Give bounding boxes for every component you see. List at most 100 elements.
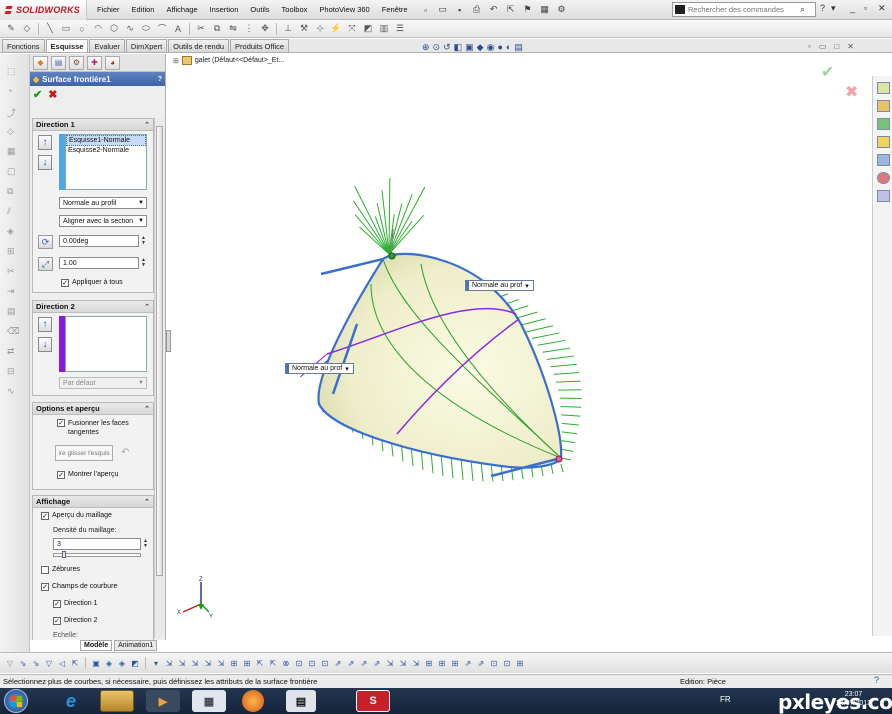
display-header[interactable]: Affichage ⌃	[33, 496, 153, 508]
selection-filter-icon[interactable]: ⊡	[488, 657, 500, 669]
file-props-icon[interactable]: ▦	[537, 3, 553, 17]
selection-filter-icon[interactable]: ◩	[129, 657, 141, 669]
menu-outils[interactable]: Outils	[244, 0, 275, 20]
selection-filter-icon[interactable]: ⇗	[358, 657, 370, 669]
save-icon[interactable]: ▪	[452, 3, 468, 17]
trim-icon[interactable]: ✂	[194, 23, 208, 35]
selection-filter-icon[interactable]: ⇗	[475, 657, 487, 669]
selection-filter-icon[interactable]: ⊡	[319, 657, 331, 669]
line-icon[interactable]: ╲	[43, 23, 57, 35]
merge-faces-checkbox[interactable]: ✓ Fusionner les faces tangentes	[57, 419, 151, 437]
menu-insertion[interactable]: Insertion	[204, 0, 245, 20]
checkbox-checked[interactable]: ✓	[57, 471, 65, 479]
quick-snaps-icon[interactable]: ⊹	[313, 23, 327, 35]
selection-filter-icon[interactable]: ⇲	[384, 657, 396, 669]
extend-icon[interactable]: ⇥	[7, 286, 19, 296]
curve-icon[interactable]: ∿	[7, 386, 19, 396]
direction1-curve-list[interactable]: Esquisse1-Normale Esquisse2-Normale	[65, 134, 147, 190]
menu-fichier[interactable]: Fichier	[91, 0, 126, 20]
curvature-checkbox[interactable]: ✓ Champs de courbure	[41, 583, 117, 591]
mirror-icon[interactable]: ⇋	[226, 23, 240, 35]
selection-filter-icon[interactable]: ⇲	[215, 657, 227, 669]
close-icon[interactable]: ✕	[878, 3, 886, 14]
boundary-surface-model[interactable]	[171, 54, 871, 650]
custom-properties-icon[interactable]	[877, 190, 890, 202]
property-manager-icon[interactable]: ▤	[51, 55, 66, 70]
trim-surface-icon[interactable]: ✂	[7, 266, 19, 276]
file-explorer-icon[interactable]	[877, 118, 890, 130]
selection-filter-icon[interactable]: ◁	[56, 657, 68, 669]
appearance-icon[interactable]: ●	[497, 42, 502, 53]
dimxpert-manager-icon[interactable]: ✚	[87, 55, 102, 70]
selection-filter-icon[interactable]: ⇱	[254, 657, 266, 669]
selection-filter-icon[interactable]: ⊡	[293, 657, 305, 669]
selection-filter-icon[interactable]: ⊞	[449, 657, 461, 669]
instant2d-icon[interactable]: ⤧	[345, 23, 359, 35]
zebra-checkbox[interactable]: Zébrures	[41, 566, 80, 574]
tangent-length-icon[interactable]: ⤢	[38, 257, 53, 271]
move-down-arrow-icon[interactable]: ↓	[38, 337, 52, 352]
control-point[interactable]	[388, 252, 396, 260]
search-library-icon[interactable]	[877, 136, 890, 148]
circle-icon[interactable]: ○	[75, 23, 89, 35]
ok-check-icon[interactable]: ✔	[33, 88, 42, 101]
tab-evaluer[interactable]: Evaluer	[89, 39, 125, 52]
scrollbar-thumb[interactable]	[156, 126, 163, 576]
replace-face-icon[interactable]: ⇄	[7, 346, 19, 356]
mesh-preview-checkbox[interactable]: ✓ Aperçu du maillage	[41, 512, 112, 520]
menu-fenetre[interactable]: Fenêtre	[376, 0, 414, 20]
view-orientation-icon[interactable]: ▣	[465, 42, 474, 53]
calculator-icon[interactable]: ▦	[192, 690, 226, 712]
tangency-type-select[interactable]: Normale au profil ▼	[59, 197, 147, 209]
print-icon[interactable]: ⎙	[469, 3, 485, 17]
selection-filter-icon[interactable]: ▾	[150, 657, 162, 669]
checkbox-checked[interactable]: ✓	[53, 600, 61, 608]
selection-filter-icon[interactable]: ⇲	[176, 657, 188, 669]
explorer-folder-icon[interactable]	[100, 690, 134, 712]
checkbox-unchecked[interactable]	[41, 566, 49, 574]
boundary-icon[interactable]: ▦	[7, 146, 19, 156]
repair-icon[interactable]: ⚒	[297, 23, 311, 35]
cancel-x-icon[interactable]: ✖	[48, 88, 57, 101]
collapse-icon[interactable]: ⌃	[144, 303, 150, 311]
new-file-icon[interactable]: ▫	[418, 3, 434, 17]
selection-filter-icon[interactable]: ⇲	[397, 657, 409, 669]
minimize-icon[interactable]: _	[850, 3, 855, 13]
sweep-icon[interactable]: ⤴	[7, 106, 19, 118]
view-palette-icon[interactable]	[877, 154, 890, 166]
collapse-icon[interactable]: ⌃	[144, 498, 150, 506]
direction1-header[interactable]: Direction 1 ⌃	[33, 119, 153, 131]
mesh-density-slider[interactable]	[53, 551, 141, 558]
offset-surface-icon[interactable]: ⧉	[7, 186, 19, 196]
ruled-icon[interactable]: ⫽	[7, 206, 19, 216]
selection-filter-icon[interactable]: ⊗	[280, 657, 292, 669]
selection-filter-icon[interactable]: ⊞	[423, 657, 435, 669]
selection-filter-icon[interactable]: ⊞	[241, 657, 253, 669]
status-help-icon[interactable]: ?	[874, 675, 879, 685]
curve-item[interactable]: Esquisse1-Normale	[66, 135, 146, 146]
section-view-icon[interactable]: ◧	[454, 42, 463, 53]
length-spinner-icon[interactable]: ▲ ▼	[141, 258, 146, 268]
previous-view-icon[interactable]: ↺	[443, 42, 451, 53]
curve-item[interactable]: Esquisse2-Normale	[66, 146, 146, 155]
angle-spinner-icon[interactable]: ▲ ▼	[141, 236, 146, 246]
fillet-icon[interactable]: ⌒	[155, 23, 169, 35]
taskbar-clock[interactable]: 23:07 24/07/2013	[836, 690, 871, 708]
confirm-ok-icon[interactable]: ✔	[821, 62, 834, 82]
hide-show-icon[interactable]: ◉	[487, 42, 495, 53]
undo-sketch-drag-icon[interactable]: ↶	[121, 447, 129, 458]
search-box[interactable]: ⌕	[672, 2, 816, 17]
configuration-manager-icon[interactable]: ⚙	[69, 55, 84, 70]
planar-icon[interactable]: ▢	[7, 166, 19, 176]
selection-filter-icon[interactable]: ⊞	[514, 657, 526, 669]
spline-icon[interactable]: ∿	[123, 23, 137, 35]
select-icon[interactable]: ⇱	[503, 3, 519, 17]
tab-modele[interactable]: Modèle	[80, 640, 113, 651]
pattern-icon[interactable]: ⋮	[242, 23, 256, 35]
selection-filter-icon[interactable]: ⇲	[189, 657, 201, 669]
selection-filter-icon[interactable]: ▽	[4, 657, 16, 669]
selection-filter-icon[interactable]: ⇲	[163, 657, 175, 669]
alignment-select[interactable]: Aligner avec la section ▼	[59, 215, 147, 227]
checkbox-checked[interactable]: ✓	[41, 583, 49, 591]
internet-explorer-icon[interactable]: e	[54, 690, 88, 712]
